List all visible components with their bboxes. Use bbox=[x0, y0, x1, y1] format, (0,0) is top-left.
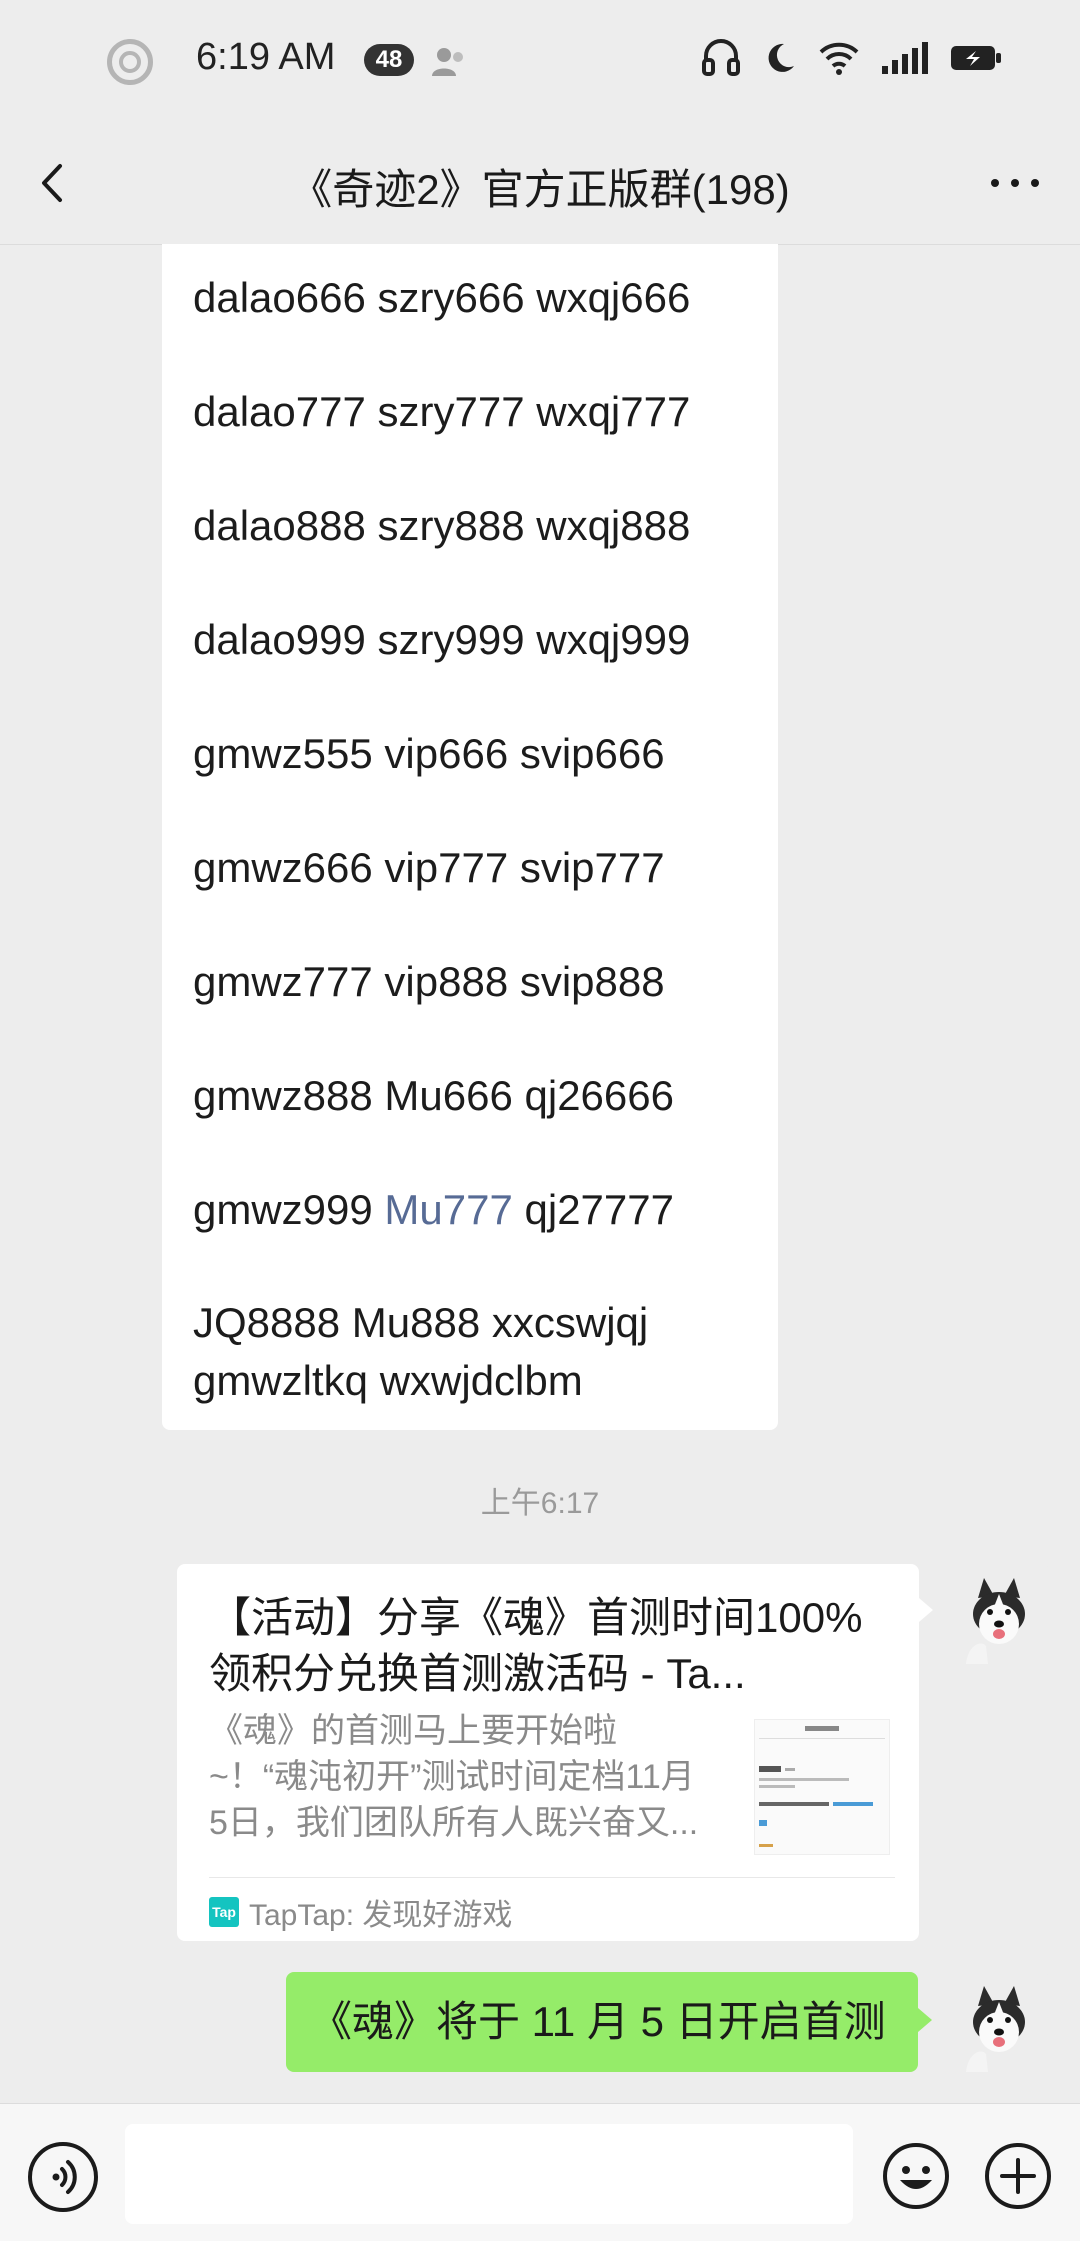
received-message-bubble[interactable]: dalao666 szry666 wxqj666 dalao777 szry77… bbox=[162, 244, 778, 1430]
add-more-icon[interactable] bbox=[982, 2140, 1054, 2212]
link-card-source: Tap TapTap: 发现好游戏 bbox=[209, 1890, 512, 1934]
status-time: 6:19 AM bbox=[196, 36, 336, 78]
husky-avatar-icon bbox=[948, 1972, 1050, 2074]
message-line: gmwz666 vip777 svip777 bbox=[193, 844, 665, 891]
message-text: dalao666 szry666 wxqj666 dalao777 szry77… bbox=[193, 268, 758, 1410]
husky-avatar-icon bbox=[948, 1564, 1050, 1666]
voice-icon bbox=[52, 2160, 77, 2194]
status-bar: 6:19 AM 48 bbox=[0, 0, 1080, 120]
headset-icon bbox=[702, 39, 740, 76]
link-card-source-name: TapTap: 发现好游戏 bbox=[249, 1899, 513, 1932]
message-timestamp: 上午6:17 bbox=[480, 1487, 600, 1520]
message-line: dalao888 szry888 wxqj888 bbox=[193, 502, 691, 549]
person-icon bbox=[432, 48, 463, 76]
emoji-icon[interactable] bbox=[880, 2140, 952, 2212]
article-thumbnail-image bbox=[755, 1720, 889, 1854]
taptap-logo-icon: Tap bbox=[209, 1897, 239, 1927]
message-line: gmwz777 vip888 svip888 bbox=[193, 958, 665, 1005]
message-line: dalao666 szry666 wxqj666 bbox=[193, 274, 691, 321]
link-card-message[interactable]: 【活动】分享《魂》首测时间100%领积分兑换首测激活码 - Ta... 《魂》的… bbox=[177, 1564, 933, 1941]
screen-record-icon bbox=[107, 39, 153, 85]
notification-count-badge: 48 bbox=[364, 44, 414, 76]
signal-icon bbox=[882, 42, 928, 74]
more-options-icon[interactable] bbox=[980, 158, 1050, 208]
chat-header: 《奇迹2》官方正版群(198) bbox=[0, 120, 1080, 245]
message-input[interactable] bbox=[125, 2124, 853, 2224]
battery-icon bbox=[951, 46, 1001, 70]
moon-icon bbox=[768, 43, 794, 72]
sent-message-bubble[interactable]: 《魂》将于 11 月 5 日开启首测 bbox=[286, 1972, 932, 2072]
message-line: dalao777 szry777 wxqj777 bbox=[193, 388, 691, 435]
avatar[interactable] bbox=[948, 1564, 1050, 1666]
avatar[interactable] bbox=[948, 1972, 1050, 2074]
message-line: gmwz888 Mu666 qj26666 bbox=[193, 1072, 674, 1119]
status-icons bbox=[700, 38, 1002, 78]
link-card-divider bbox=[209, 1877, 895, 1878]
message-text-segment: qj27777 bbox=[512, 1186, 675, 1233]
voice-input-button[interactable] bbox=[28, 2142, 98, 2212]
chat-input-bar bbox=[0, 2103, 1080, 2241]
message-line: JQ8888 Mu888 xxcswjqj gmwzltkq wxwjdclbm bbox=[193, 1299, 649, 1404]
message-line: dalao999 szry999 wxqj999 bbox=[193, 616, 691, 663]
message-line: gmwz999 Mu777 qj27777 bbox=[193, 1180, 758, 1294]
link-card-description: 《魂》的首测马上要开始啦~！“魂沌初开”测试时间定档11月5日，我们团队所有人既… bbox=[209, 1712, 699, 1842]
sent-message-text: 《魂》将于 11 月 5 日开启首测 bbox=[310, 1998, 886, 2045]
message-text-segment: gmwz999 bbox=[193, 1186, 385, 1233]
wifi-icon bbox=[819, 42, 859, 75]
message-link[interactable]: Mu777 bbox=[384, 1186, 512, 1233]
link-card-thumbnail bbox=[754, 1719, 890, 1855]
message-line: gmwz555 vip666 svip666 bbox=[193, 730, 665, 777]
link-card-title: 【活动】分享《魂》首测时间100%领积分兑换首测激活码 - Ta... bbox=[209, 1594, 863, 1697]
chat-title: 《奇迹2》官方正版群(198) bbox=[290, 166, 790, 213]
